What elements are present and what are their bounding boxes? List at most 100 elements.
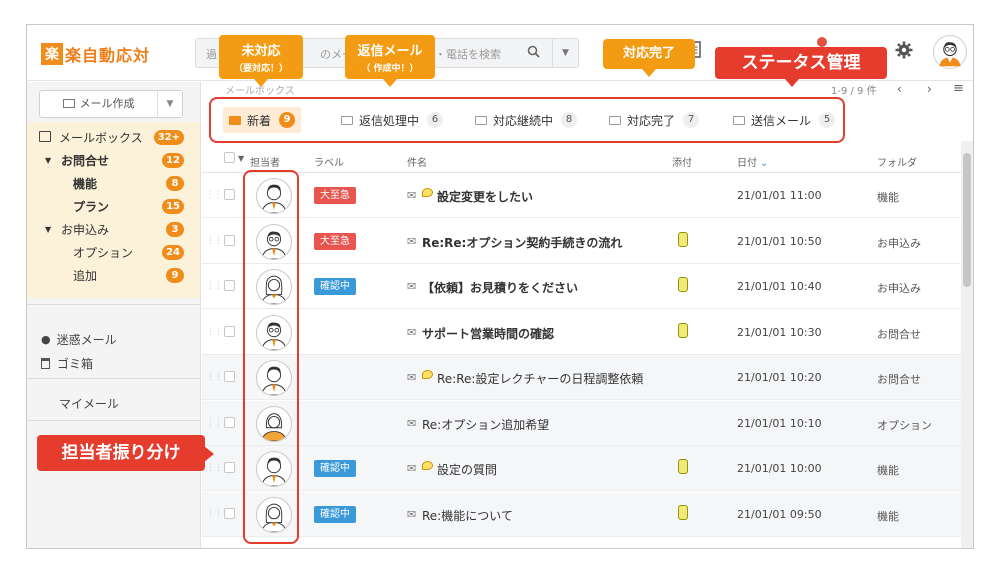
mail-date: 21/01/01 10:40 xyxy=(737,280,822,293)
table-row[interactable]: ⋮⋮ 大至急 ✉ 設定変更をしたい 21/01/01 11:00 機能 xyxy=(202,173,962,218)
column-folder[interactable]: フォルダ xyxy=(877,154,917,169)
row-checkbox[interactable] xyxy=(224,280,235,291)
divider xyxy=(27,304,200,305)
row-checkbox[interactable] xyxy=(224,462,235,473)
compose-label[interactable]: メール作成 xyxy=(40,91,158,117)
mail-folder: お問合せ xyxy=(877,327,921,341)
drag-handle-icon[interactable]: ⋮⋮ xyxy=(206,281,223,291)
mail-read-icon: ✉ xyxy=(407,371,417,384)
folder-spam[interactable]: ● 迷惑メール xyxy=(41,331,117,348)
mail-date: 21/01/01 10:20 xyxy=(737,371,822,384)
folder-features[interactable]: 機能 8 xyxy=(27,171,200,195)
mail-subject[interactable]: Re:機能について xyxy=(422,507,513,524)
search-icon[interactable] xyxy=(527,45,540,62)
sidebar: メール作成 ▼ メールボックス 32+ ▼ お問合せ 12 機能 8 プラン 1… xyxy=(27,82,201,548)
table-row[interactable]: ⋮⋮ 確認中 ✉ 【依頼】お見積りをください 21/01/01 10:40 お申込み xyxy=(202,264,962,309)
user-avatar[interactable] xyxy=(933,35,967,69)
row-checkbox[interactable] xyxy=(224,234,235,246)
attachment-icon xyxy=(678,322,688,338)
mail-folder: 機能 xyxy=(877,509,899,523)
mail-date: 21/01/01 10:50 xyxy=(737,234,822,248)
list-view-icon[interactable]: ≡ xyxy=(953,81,964,96)
column-subject[interactable]: 件名 xyxy=(407,154,427,169)
row-checkbox[interactable] xyxy=(224,371,235,382)
row-checkbox[interactable] xyxy=(224,189,235,200)
column-date[interactable]: 日付 ⌄ xyxy=(737,154,768,169)
mail-date: 21/01/01 10:00 xyxy=(737,462,822,475)
row-checkbox[interactable] xyxy=(224,416,235,428)
app-logo[interactable]: 楽 楽自動応対 xyxy=(41,42,150,66)
table-row[interactable]: ⋮⋮ 確認中 ✉ Re:機能について 21/01/01 09:50 機能 xyxy=(202,491,962,537)
drag-handle-icon[interactable]: ⋮⋮ xyxy=(206,463,223,473)
mail-folder: お申込み xyxy=(877,282,921,295)
mail-unread-icon: ✉ xyxy=(407,325,417,339)
mail-read-icon: ✉ xyxy=(407,416,417,430)
folder-option[interactable]: オプション 24 xyxy=(27,240,200,264)
assignee-column-highlight xyxy=(243,170,299,544)
logo-mark: 楽 xyxy=(41,43,63,65)
folder-trash[interactable]: ゴミ箱 xyxy=(41,355,93,372)
column-attachment[interactable]: 添付 xyxy=(672,154,692,169)
divider xyxy=(27,420,200,421)
mail-folder: お申込み xyxy=(877,236,921,250)
callout-unhandled: 未対応 （要対応！） xyxy=(219,35,303,87)
droplet-icon: ● xyxy=(41,333,51,346)
gear-icon[interactable] xyxy=(895,41,913,64)
folder-my-mail[interactable]: マイメール xyxy=(59,395,119,412)
mail-date: 21/01/01 11:00 xyxy=(737,189,822,202)
mail-folder: 機能 xyxy=(877,191,899,204)
compose-button[interactable]: メール作成 ▼ xyxy=(39,90,183,118)
caret-down-icon[interactable]: ▼ xyxy=(238,154,244,163)
table-header: ▼ 担当者 ラベル 件名 添付 日付 ⌄ フォルダ xyxy=(202,148,962,173)
mail-subject[interactable]: Re:Re:オプション契約手続きの流れ xyxy=(422,234,622,251)
folder-inquiry[interactable]: ▼ お問合せ 12 xyxy=(27,148,200,172)
folder-tree: メールボックス 32+ ▼ お問合せ 12 機能 8 プラン 15 ▼ お申込み… xyxy=(27,122,200,298)
drag-handle-icon[interactable]: ⋮⋮ xyxy=(206,190,223,200)
table-row[interactable]: ⋮⋮ ✉ Re:オプション追加希望 21/01/01 10:10 オプション xyxy=(202,400,962,446)
mail-folder: オプション xyxy=(877,418,932,432)
search-options-dropdown[interactable]: ▼ xyxy=(552,39,578,67)
column-assignee[interactable]: 担当者 xyxy=(250,154,280,169)
drag-handle-icon[interactable]: ⋮⋮ xyxy=(206,418,223,428)
table-row[interactable]: ⋮⋮ ✉ サポート営業時間の確認 21/01/01 10:30 お問合せ xyxy=(202,310,962,355)
table-row[interactable]: ⋮⋮ ✉ Re:Re:設定レクチャーの日程調整依頼 21/01/01 10:20 お問合… xyxy=(202,355,962,400)
compose-dropdown[interactable]: ▼ xyxy=(158,99,182,109)
callout-completed: 対応完了 xyxy=(603,39,695,77)
folder-plan[interactable]: プラン 15 xyxy=(27,194,200,218)
mail-subject[interactable]: Re:オプション追加希望 xyxy=(422,416,549,433)
folder-addition[interactable]: 追加 9 xyxy=(27,263,200,287)
table-row[interactable]: ⋮⋮ 大至急 ✉ Re:Re:オプション契約手続きの流れ 21/01/01 10:50 お… xyxy=(202,219,962,264)
mail-subject[interactable]: 設定変更をしたい xyxy=(437,188,533,205)
mail-date: 21/01/01 09:50 xyxy=(737,507,822,521)
drag-handle-icon[interactable]: ⋮⋮ xyxy=(206,509,223,519)
row-checkbox[interactable] xyxy=(224,507,235,519)
comment-icon xyxy=(422,370,433,379)
chevron-left-icon[interactable]: ‹ xyxy=(897,82,902,96)
select-all-checkbox[interactable] xyxy=(224,152,235,163)
mail-subject[interactable]: 設定の質問 xyxy=(437,461,497,478)
chevron-right-icon[interactable]: › xyxy=(927,82,932,96)
logo-name: 楽自動応対 xyxy=(65,46,151,65)
table-row[interactable]: ⋮⋮ 確認中 ✉ 設定の質問 21/01/01 10:00 機能 xyxy=(202,446,962,491)
drag-handle-icon[interactable]: ⋮⋮ xyxy=(206,372,223,382)
mail-subject[interactable]: Re:Re:設定レクチャーの日程調整依頼 xyxy=(437,370,643,387)
callout-replying: 返信メール （ 作成中！） xyxy=(345,35,435,87)
status-label: 大至急 xyxy=(314,232,356,250)
mail-unread-icon: ✉ xyxy=(407,280,417,293)
folder-mailbox[interactable]: メールボックス 32+ xyxy=(27,125,200,149)
row-checkbox[interactable] xyxy=(224,325,235,337)
status-label: 確認中 xyxy=(314,460,356,477)
drag-handle-icon[interactable]: ⋮⋮ xyxy=(206,236,223,246)
comment-icon xyxy=(422,188,433,197)
mail-date: 21/01/01 10:10 xyxy=(737,416,822,430)
divider xyxy=(27,378,200,379)
attachment-icon xyxy=(678,231,688,247)
column-label[interactable]: ラベル xyxy=(314,154,344,169)
notification-badge xyxy=(817,37,827,47)
attachment-icon xyxy=(678,504,688,520)
drag-handle-icon[interactable]: ⋮⋮ xyxy=(206,327,223,337)
mail-subject[interactable]: サポート営業時間の確認 xyxy=(422,325,554,342)
folder-application[interactable]: ▼ お申込み 3 xyxy=(27,217,200,241)
scrollbar-thumb[interactable] xyxy=(963,153,971,287)
mail-subject[interactable]: 【依頼】お見積りをください xyxy=(422,279,578,296)
